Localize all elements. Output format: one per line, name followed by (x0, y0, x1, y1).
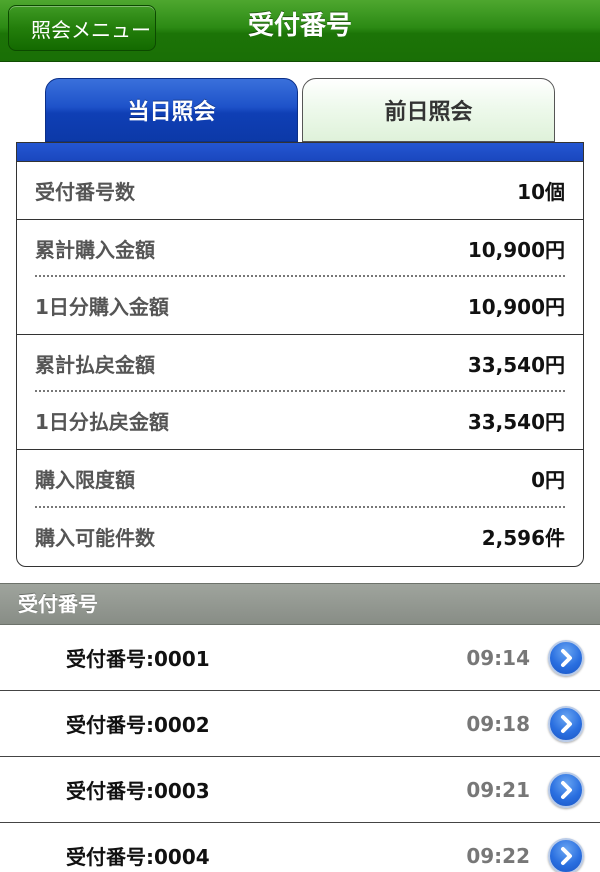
summary-value: 10,900円 (467, 294, 565, 319)
receipt-number: 受付番号:0003 (66, 779, 210, 803)
summary-label: 1日分購入金額 (35, 294, 169, 319)
list-item[interactable]: 受付番号:0002 09:18 (0, 691, 600, 757)
receipt-time: 09:14 (466, 645, 530, 670)
tab-yesterday[interactable]: 前日照会 (302, 78, 555, 142)
chevron-right-icon[interactable] (548, 837, 584, 872)
summary-label: 1日分払戻金額 (35, 410, 169, 435)
summary-row-total-purchase: 累計購入金額 10,900円 (17, 220, 583, 278)
chevron-right-icon[interactable] (548, 705, 584, 742)
summary-row-purchase-limit: 購入限度額 0円 (17, 450, 583, 508)
segmented-tabs: 当日照会 前日照会 (45, 78, 555, 142)
summary-value: 33,540円 (467, 410, 565, 435)
summary-value: 2,596件 (481, 525, 565, 550)
receipt-time: 09:22 (466, 843, 530, 868)
summary-row-available-count: 購入可能件数 2,596件 (17, 508, 583, 566)
receipt-number: 受付番号:0001 (66, 647, 210, 671)
summary-value: 10個 (517, 179, 565, 204)
list-item[interactable]: 受付番号:0003 09:21 (0, 757, 600, 823)
summary-row-receipt-count: 受付番号数 10個 (17, 162, 583, 220)
list-item[interactable]: 受付番号:0004 09:22 (0, 823, 600, 872)
summary-row-daily-purchase: 1日分購入金額 10,900円 (17, 277, 583, 335)
chevron-right-icon[interactable] (548, 771, 584, 808)
receipt-time: 09:21 (466, 777, 530, 802)
summary-row-daily-payout: 1日分払戻金額 33,540円 (17, 392, 583, 450)
summary-label: 累計購入金額 (35, 237, 155, 262)
summary-label: 購入可能件数 (35, 525, 155, 550)
summary-label: 購入限度額 (35, 468, 135, 493)
receipt-list: 受付番号:0001 09:14 受付番号:0002 09:18 受付番号:000… (0, 625, 600, 872)
summary-panel: 受付番号数 10個 累計購入金額 10,900円 1日分購入金額 10,900円… (16, 142, 584, 567)
navigation-bar: 照会メニュー 受付番号 (0, 0, 600, 62)
summary-label: 受付番号数 (35, 179, 135, 204)
section-header-receipts: 受付番号 (0, 583, 600, 625)
back-button-label: 照会メニュー (31, 17, 151, 42)
summary-header-band (17, 143, 583, 162)
receipt-time: 09:18 (466, 711, 530, 736)
summary-row-total-payout: 累計払戻金額 33,540円 (17, 335, 583, 393)
receipt-number: 受付番号:0002 (66, 713, 210, 737)
summary-value: 10,900円 (467, 237, 565, 262)
summary-value: 0円 (531, 468, 565, 493)
chevron-right-icon[interactable] (548, 639, 584, 676)
list-item[interactable]: 受付番号:0001 09:14 (0, 625, 600, 691)
summary-value: 33,540円 (467, 353, 565, 378)
receipt-number: 受付番号:0004 (66, 845, 210, 869)
tab-today[interactable]: 当日照会 (45, 78, 298, 142)
summary-label: 累計払戻金額 (35, 353, 155, 378)
